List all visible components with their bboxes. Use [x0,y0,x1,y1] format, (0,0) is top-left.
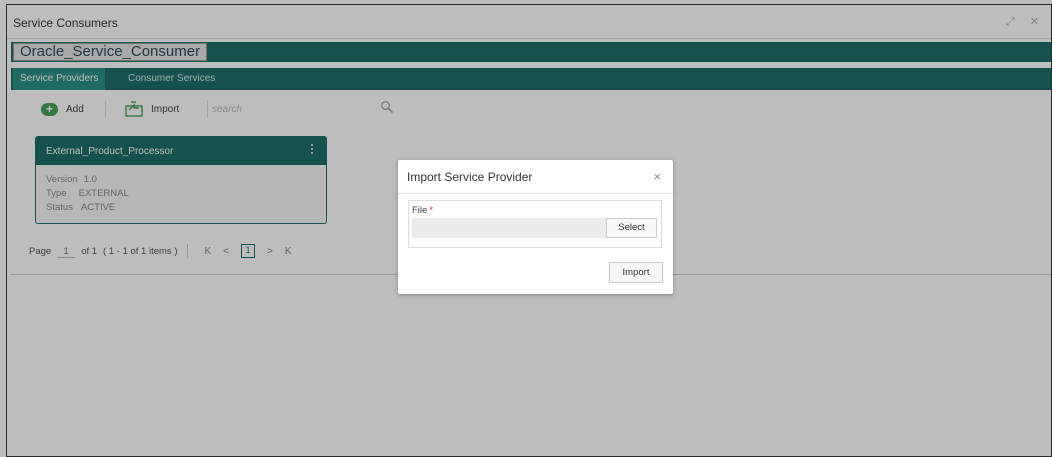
file-label: File * [412,205,433,216]
import-submit-button[interactable]: Import [609,262,663,283]
file-label-text: File [412,205,428,216]
dialog-divider [398,193,673,194]
import-service-provider-dialog: Import Service Provider × File * Select I… [398,160,673,294]
file-field-group: File * Select [408,200,662,248]
close-icon[interactable]: × [653,169,661,184]
select-file-button[interactable]: Select [606,218,657,238]
dialog-title: Import Service Provider [407,170,533,184]
file-path-field[interactable] [412,218,607,238]
required-mark: * [429,205,434,216]
